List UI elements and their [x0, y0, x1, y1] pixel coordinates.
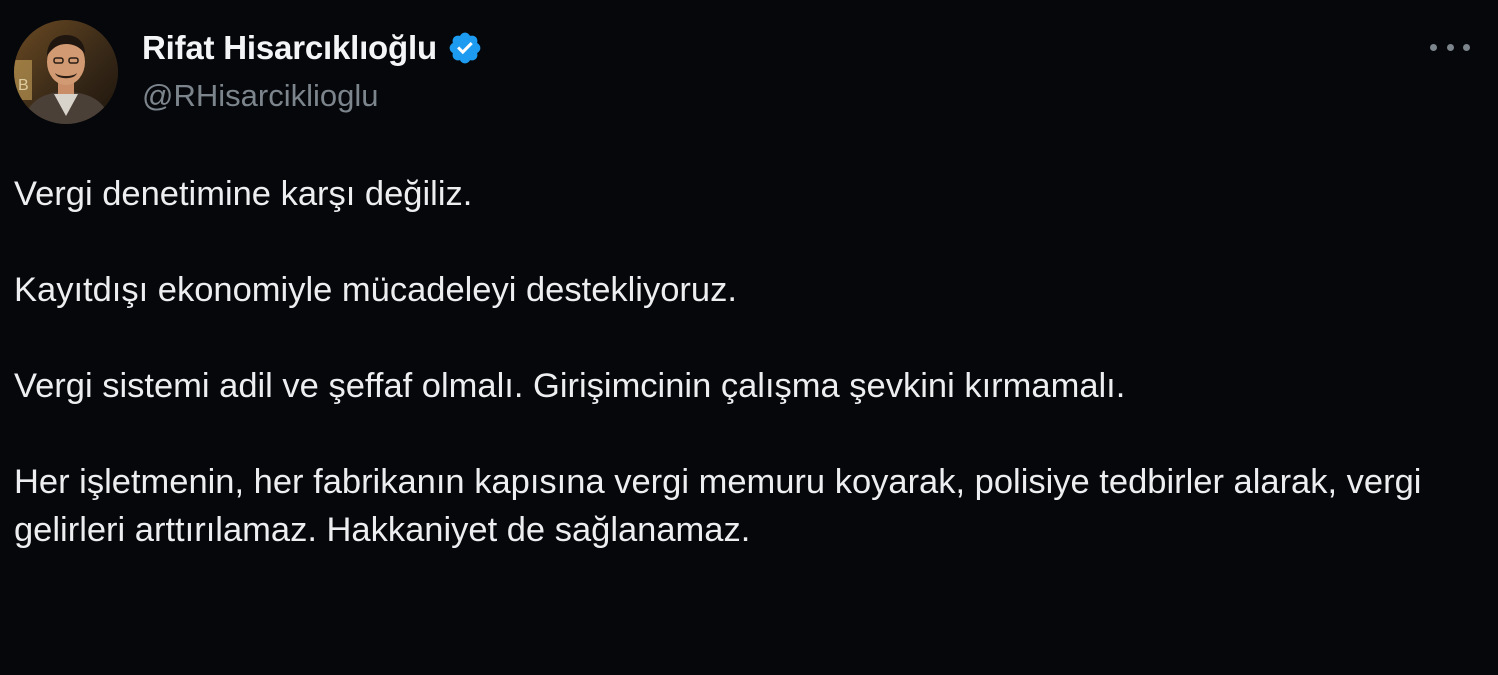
tweet-paragraph: Vergi denetimine karşı değiliz.	[14, 175, 473, 213]
verified-badge-icon[interactable]	[447, 30, 483, 66]
tweet-card: B Rifat Hisarcıklıoğlu @RHisarciklioglu …	[0, 0, 1498, 675]
more-horizontal-icon	[1430, 43, 1437, 51]
tweet-text: Vergi denetimine karşı değiliz. Kayıtdış…	[14, 170, 1484, 554]
avatar[interactable]: B	[14, 20, 118, 124]
author-name-row: Rifat Hisarcıklıoğlu	[142, 26, 483, 70]
profile-photo: B	[14, 20, 118, 124]
more-horizontal-icon	[1463, 43, 1470, 51]
tweet-paragraph: Kayıtdışı ekonomiyle mücadeleyi destekli…	[14, 271, 737, 309]
more-horizontal-icon	[1446, 43, 1454, 51]
svg-text:B: B	[18, 77, 29, 94]
tweet-paragraph: Her işletmenin, her fabrikanın kapısına …	[14, 463, 1422, 549]
tweet-paragraph: Vergi sistemi adil ve şeffaf olmalı. Gir…	[14, 367, 1126, 405]
more-options-button[interactable]	[1430, 34, 1470, 60]
author-display-name[interactable]: Rifat Hisarcıklıoğlu	[142, 29, 437, 67]
author-handle[interactable]: @RHisarciklioglu	[142, 78, 378, 114]
